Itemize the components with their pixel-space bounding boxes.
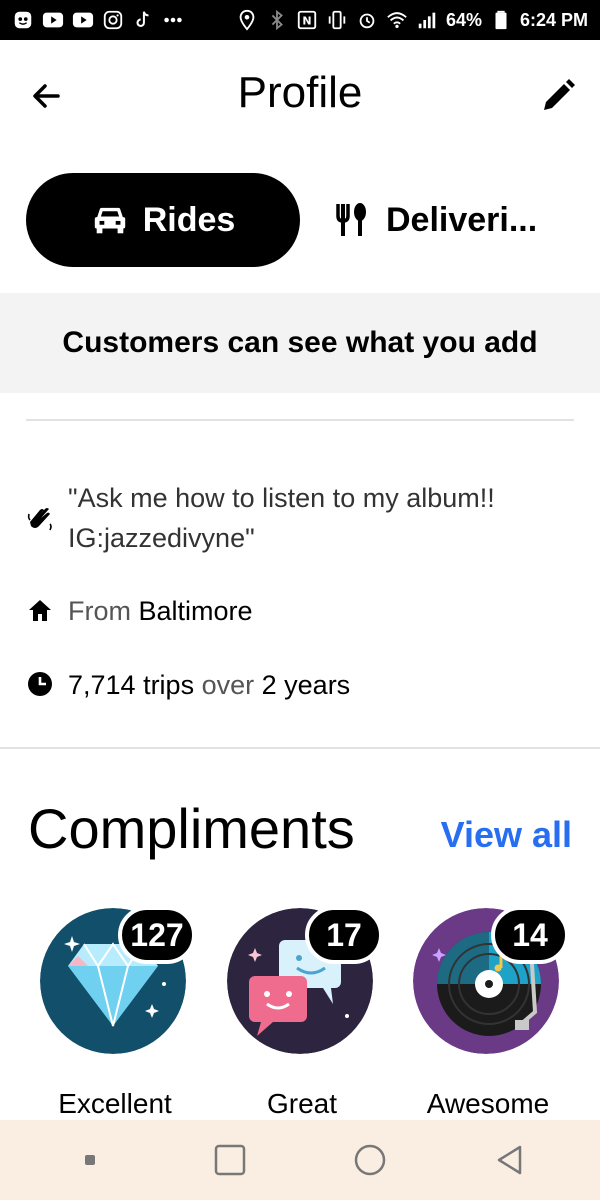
circle-icon [354, 1144, 386, 1176]
back-nav-button[interactable] [490, 1140, 530, 1180]
more-dots-icon [162, 9, 184, 31]
hometown-row: From Baltimore [26, 596, 574, 627]
page-title: Profile [237, 68, 363, 117]
tiktok-icon [132, 9, 154, 31]
recents-button[interactable] [210, 1140, 250, 1180]
car-icon [94, 207, 125, 234]
compliment-count-badge: 127 [118, 906, 196, 964]
tab-deliveries[interactable]: Deliveri... [316, 173, 586, 267]
svg-text:N: N [302, 15, 311, 28]
tab-rides-label: Rides [142, 200, 236, 239]
compliment-label: Great [266, 1088, 338, 1119]
signal-icon [416, 9, 438, 31]
compliment-label: Awesome [426, 1088, 550, 1119]
tab-deliveries-label: Deliveri... [386, 200, 538, 239]
trips-count: 7,714 trips [68, 670, 195, 700]
visibility-banner-text: Customers can see what you add [62, 326, 538, 359]
vibrate-icon [326, 9, 348, 31]
profile-quote: "Ask me how to listen to my album!! IG:j… [68, 483, 495, 553]
compliment-awesome[interactable]: 14 Awesome [413, 906, 569, 1119]
profile-tabs: Rides Deliveri... [26, 173, 586, 267]
profile-quote-row: "Ask me how to listen to my album!! IG:j… [26, 478, 574, 558]
hometown-prefix: From [68, 596, 131, 626]
youtube-icon [42, 9, 64, 31]
utensils-icon [336, 203, 366, 236]
compliment-excellent[interactable]: 127 Excellent [40, 906, 196, 1119]
waving-hand-icon [27, 508, 52, 531]
clock-icon [28, 672, 52, 696]
compliment-count-badge: 14 [491, 906, 569, 964]
home-button[interactable] [350, 1140, 390, 1180]
divider [26, 419, 574, 421]
pencil-icon [544, 79, 575, 110]
clock: 6:24 PM [519, 9, 588, 30]
trips-row: 7,714 trips over 2 years [26, 670, 574, 701]
youtube-music-icon [72, 9, 94, 31]
trips-over: over [201, 670, 255, 700]
bluetooth-icon [266, 9, 288, 31]
edit-button[interactable] [538, 76, 578, 116]
triangle-back-icon [497, 1145, 522, 1175]
square-icon [214, 1144, 246, 1176]
location-icon [236, 9, 258, 31]
battery-icon [490, 9, 512, 31]
nfc-icon: N [296, 9, 318, 31]
instagram-icon [102, 9, 124, 31]
app-header: Profile [0, 40, 600, 150]
system-nav-bar [0, 1120, 600, 1200]
shield-icon [12, 9, 34, 31]
status-bar: N 64% 6:24 PM [0, 0, 600, 40]
compliment-great[interactable]: 17 Great [227, 906, 383, 1119]
battery-percent: 64% [445, 9, 482, 30]
view-all-link[interactable]: View all [441, 814, 572, 856]
wifi-icon [386, 9, 408, 31]
nav-menu-button[interactable] [70, 1140, 110, 1180]
visibility-banner: Customers can see what you add [0, 293, 600, 393]
tab-rides[interactable]: Rides [26, 173, 300, 267]
hometown-value: Baltimore [138, 596, 253, 626]
home-icon [29, 600, 51, 621]
trips-duration: 2 years [261, 670, 351, 700]
compliment-label: Excellent [58, 1088, 172, 1119]
alarm-icon [356, 9, 378, 31]
compliment-count-badge: 17 [305, 906, 383, 964]
dot-icon [85, 1155, 95, 1165]
compliments-title: Compliments [28, 797, 355, 860]
section-divider [0, 747, 600, 749]
